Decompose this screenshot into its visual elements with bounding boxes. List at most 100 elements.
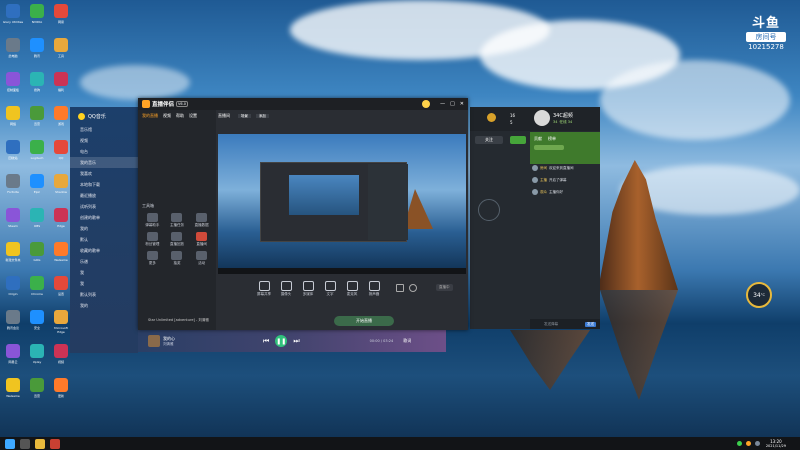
tool-item[interactable]: 主播任务	[165, 213, 190, 228]
desktop-icon[interactable]	[54, 140, 68, 154]
desktop-icon[interactable]	[6, 242, 20, 256]
music-nav-item[interactable]: 最近播放	[70, 190, 138, 201]
desktop-icon[interactable]	[54, 72, 68, 86]
chat-input[interactable]: 发送弹幕	[544, 322, 558, 327]
scene-btn-2[interactable]: 添加	[255, 114, 269, 118]
tool-item[interactable]: 活动	[189, 251, 214, 266]
tray-icon[interactable]	[745, 441, 751, 446]
desktop-icon[interactable]	[54, 106, 68, 120]
desktop-icon[interactable]	[6, 140, 20, 154]
room-tab-1[interactable]: 贡献	[534, 136, 542, 142]
stream-control[interactable]: 文字	[320, 281, 340, 297]
room-status-button[interactable]	[510, 136, 526, 144]
music-nav-item[interactable]: 我的	[70, 300, 138, 311]
desktop-icon[interactable]	[30, 106, 44, 120]
streamer-avatar[interactable]	[534, 110, 550, 126]
tool-item[interactable]: 更多	[140, 251, 165, 266]
stream-control[interactable]: 屏幕共享	[254, 281, 274, 297]
desktop-icon[interactable]	[54, 242, 68, 256]
minimize-icon[interactable]: —	[440, 101, 445, 107]
lyrics-toggle[interactable]: 歌词	[403, 338, 411, 344]
music-nav-item[interactable]: 默认	[70, 234, 138, 245]
stream-control[interactable]: 麦克风	[342, 281, 362, 297]
temperature-widget[interactable]: 34 °C	[746, 282, 772, 308]
taskbar-app-1[interactable]	[35, 438, 45, 449]
desktop-icon[interactable]	[6, 4, 20, 18]
streamer-tab[interactable]: 我的直播	[142, 113, 158, 119]
desktop-icon[interactable]	[30, 4, 44, 18]
stream-preview[interactable]	[218, 134, 466, 274]
music-nav-item[interactable]: 我	[70, 267, 138, 278]
start-live-button[interactable]: 开始直播	[334, 316, 394, 326]
desktop-icon[interactable]	[30, 208, 44, 222]
desktop-icon[interactable]	[6, 106, 20, 120]
clock[interactable]: 13:20 2021/11/29	[766, 439, 786, 449]
room-tab-2[interactable]: 榜单	[548, 136, 556, 142]
desktop-icon[interactable]	[54, 378, 68, 392]
desktop-icon[interactable]	[54, 310, 68, 324]
music-nav-item[interactable]: 乐谱	[70, 256, 138, 267]
settings-icon[interactable]	[409, 284, 417, 292]
streamer-tab[interactable]: 视频	[163, 113, 171, 119]
prev-track-icon[interactable]: ⏮	[263, 337, 269, 346]
desktop-icon[interactable]	[54, 276, 68, 290]
desktop-icon[interactable]	[30, 378, 44, 392]
stream-control[interactable]: 扬声器	[364, 281, 384, 297]
stream-control[interactable]: 摄像头	[276, 281, 296, 297]
record-icon[interactable]	[396, 284, 404, 292]
desktop-icon[interactable]	[30, 72, 44, 86]
music-nav-item[interactable]: 我的	[70, 223, 138, 234]
desktop-icon[interactable]	[6, 276, 20, 290]
desktop-icon[interactable]	[30, 344, 44, 358]
desktop-icon[interactable]	[30, 310, 44, 324]
search-icon[interactable]	[20, 438, 30, 449]
tool-item[interactable]: 直播数据	[189, 213, 214, 228]
desktop-icon[interactable]	[30, 140, 44, 154]
album-cover[interactable]	[148, 335, 160, 347]
music-nav-item[interactable]: 我的音乐	[70, 157, 138, 168]
next-track-icon[interactable]: ⏭	[293, 337, 299, 346]
music-nav-item[interactable]: 视频	[70, 135, 138, 146]
scene-btn-1[interactable]: 场景	[237, 114, 251, 118]
desktop-icon[interactable]	[6, 208, 20, 222]
music-nav-item[interactable]: 我	[70, 278, 138, 289]
desktop-icon[interactable]	[54, 208, 68, 222]
music-nav-item[interactable]: 创建的歌单	[70, 212, 138, 223]
desktop-icon[interactable]	[6, 72, 20, 86]
music-nav-item[interactable]: 本地和下载	[70, 179, 138, 190]
desktop-icon[interactable]	[30, 174, 44, 188]
room-follow-button[interactable]: 关注	[475, 136, 503, 144]
desktop-icon[interactable]	[30, 242, 44, 256]
desktop-icon[interactable]	[30, 38, 44, 52]
taskbar-app-2[interactable]	[50, 438, 60, 449]
tool-item[interactable]: 抽奖	[165, 251, 190, 266]
tray-icon[interactable]	[754, 441, 760, 446]
tool-item[interactable]: 粉丝管理	[140, 232, 165, 247]
desktop-icon[interactable]	[54, 38, 68, 52]
tool-item[interactable]: 直播回放	[165, 232, 190, 247]
music-nav-item[interactable]: 默认列表	[70, 289, 138, 300]
desktop-icon[interactable]	[54, 174, 68, 188]
desktop-icon[interactable]	[54, 344, 68, 358]
streamer-tab[interactable]: 设置	[189, 113, 197, 119]
music-nav-item[interactable]: 电台	[70, 146, 138, 157]
stream-control[interactable]: 多媒体	[298, 281, 318, 297]
desktop-icon[interactable]	[6, 174, 20, 188]
start-button[interactable]	[5, 438, 15, 449]
chat-send-button[interactable]: 发送	[585, 321, 596, 327]
tray-icon[interactable]	[736, 441, 742, 446]
music-nav-item[interactable]: 试听列表	[70, 201, 138, 212]
play-pause-button[interactable]: ❚❚	[275, 335, 288, 347]
close-icon[interactable]: ✕	[460, 101, 464, 107]
desktop-icon[interactable]	[30, 276, 44, 290]
desktop-icon[interactable]	[6, 38, 20, 52]
tool-item[interactable]: 直播间	[189, 232, 214, 247]
desktop-icon[interactable]	[6, 310, 20, 324]
desktop-icon[interactable]	[6, 378, 20, 392]
tool-item[interactable]: 弹幕助手	[140, 213, 165, 228]
scene-tab[interactable]: 直播间	[218, 113, 230, 118]
maximize-icon[interactable]: □	[450, 101, 455, 107]
music-nav-item[interactable]: 我喜欢	[70, 168, 138, 179]
user-avatar[interactable]	[422, 100, 431, 108]
music-nav-item[interactable]: 收藏的歌单	[70, 245, 138, 256]
